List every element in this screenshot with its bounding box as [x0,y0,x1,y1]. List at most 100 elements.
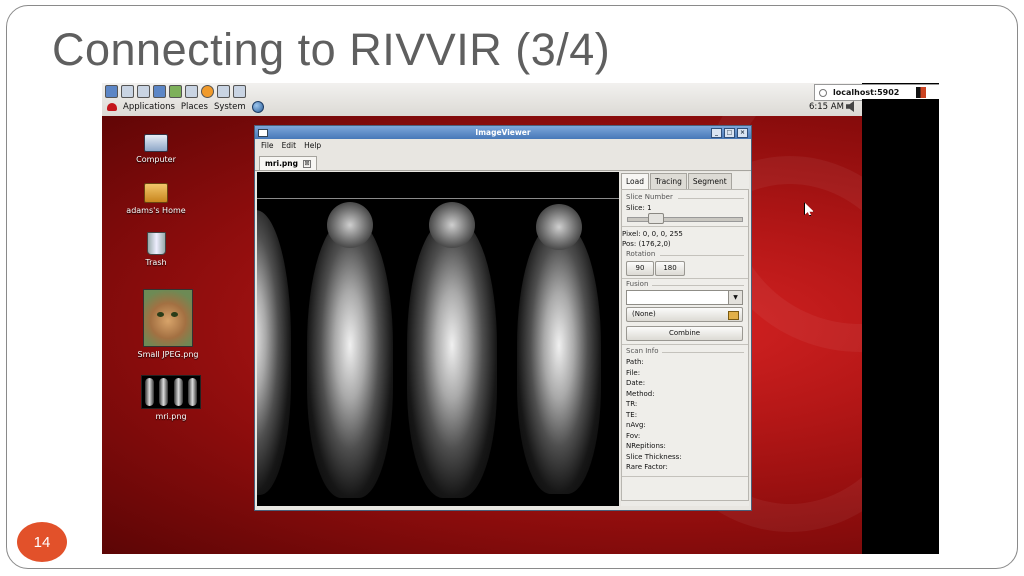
scan-field-slice-thickness: Slice Thickness: [626,452,682,461]
fusion-select[interactable]: ▼ [626,290,743,305]
group-divider [678,198,744,199]
network-launcher-icon[interactable] [217,85,230,98]
fusion-file-label: (None) [632,310,656,318]
volume-icon[interactable] [846,101,854,112]
window-title: ImageViewer [475,128,531,137]
terminal-launcher-icon[interactable] [105,85,118,98]
redhat-icon [107,103,117,111]
vnc-unused-area [862,99,939,554]
combine-button[interactable]: Combine [626,326,743,341]
radio-icon [819,88,827,97]
rotate-90-button[interactable]: 90 [626,261,654,276]
pixel-readout: Pixel: 0, 0, 0, 255 [622,230,683,238]
group-divider [662,352,744,353]
slide-title: Connecting to RIVVIR (3/4) [52,24,611,75]
scan-field-path: Path: [626,358,644,366]
desktop-icon-cat-image[interactable]: Small JPEG.png [130,289,206,359]
scan-info-group-label: Scan Info [626,347,659,355]
menu-edit[interactable]: Edit [282,140,297,152]
menu-system[interactable]: System [214,102,246,112]
image-top-border [257,198,619,199]
slice-value: Slice: 1 [626,204,652,212]
panel-clock[interactable]: 6:15 AM [809,102,844,112]
page-number-badge: 14 [17,522,67,562]
document-tab-label: mri.png [265,159,299,168]
cat-image-icon [143,289,193,347]
scan-field-file: File: [626,368,641,377]
mri-slice [407,220,497,498]
browser-globe-icon[interactable] [251,101,264,113]
scan-field-tr: TR: [626,400,638,408]
mri-slice [257,210,291,495]
desktop-icon-label: adams's Home [126,206,186,215]
tab-tracing[interactable]: Tracing [650,173,687,190]
window-controls: _ □ × [711,128,748,138]
rotate-180-button[interactable]: 180 [655,261,685,276]
desktop-icon-home[interactable]: adams's Home [120,183,192,215]
desktop-icon-mri-image[interactable]: mri.png [135,375,207,421]
window-app-icon[interactable] [258,129,268,137]
menu-help[interactable]: Help [304,140,321,152]
mri-image-icon [141,375,201,409]
panel-launchers [105,85,246,98]
fusion-file-button[interactable]: (None) [626,307,743,322]
editor-launcher-icon[interactable] [121,85,134,98]
slice-slider-thumb[interactable] [648,213,664,224]
window-titlebar[interactable]: ImageViewer _ □ × [255,126,751,139]
group-divider [622,344,748,345]
scan-field-method: Method: [626,389,655,398]
scan-field-fov: Fov: [626,431,641,440]
refresh-launcher-icon[interactable] [153,85,166,98]
document-tabbar: mri.png ⊠ [255,153,751,171]
document-tab[interactable]: mri.png ⊠ [259,156,318,170]
fullscreen-launcher-icon[interactable] [233,85,246,98]
gnome-top-panel: Applications Places System 6:15 AM [102,83,862,117]
files-launcher-icon[interactable] [185,85,198,98]
desktop-icon-label: Computer [136,155,176,164]
scan-field-nrepitions: NRepitions: [626,442,666,450]
tab-load[interactable]: Load [621,173,649,190]
tools-launcher-icon[interactable] [137,85,150,98]
mri-slice [307,220,393,498]
desktop-icon-label: Small JPEG.png [137,350,199,359]
window-menubar: File Edit Help [255,140,757,152]
rotation-group-label: Rotation [626,250,656,258]
mri-slice [517,224,601,494]
panel-menu-row: Applications Places System [107,101,264,113]
desktop-icon-computer[interactable]: Computer [120,134,192,164]
mri-image-pane[interactable] [257,172,619,506]
open-folder-icon[interactable] [728,311,739,320]
menu-applications[interactable]: Applications [123,102,175,112]
group-divider [660,255,744,256]
menu-file[interactable]: File [261,140,274,152]
mri-head [429,202,475,248]
minimize-button[interactable]: _ [711,128,722,138]
slice-group-label: Slice Number [626,193,673,201]
slice-slider-track[interactable] [627,217,743,222]
close-button[interactable]: × [737,128,748,138]
scan-field-date: Date: [626,379,646,387]
menu-places[interactable]: Places [181,102,208,112]
update-launcher-icon[interactable] [201,85,214,98]
vnc-host-label: localhost:5902 [833,88,900,97]
mri-head [536,204,582,250]
home-folder-icon [144,183,168,203]
chevron-down-icon[interactable]: ▼ [728,291,742,304]
load-tab-body: Slice Number Slice: 1 Pixel: 0, 0, 0, 25… [621,189,749,501]
tab-close-icon[interactable]: ⊠ [303,159,312,168]
remote-desktop-screenshot: Applications Places System 6:15 AM local… [102,83,939,554]
maximize-button[interactable]: □ [724,128,735,138]
control-panel: Load Tracing Segment Slice Number Slice:… [621,172,749,506]
fusion-group-label: Fusion [626,280,649,288]
scan-field-rare-factor: Rare Factor: [626,463,668,471]
vnc-status-icon [916,87,926,98]
desktop-icon-trash[interactable]: Trash [120,232,192,267]
desktop-icon-label: mri.png [155,412,187,421]
app-launcher-icon[interactable] [169,85,182,98]
desktop-icon-label: Trash [145,258,167,267]
control-tabs: Load Tracing Segment [621,173,732,190]
group-divider [622,226,748,227]
scan-field-te: TE: [626,410,638,419]
tab-segment[interactable]: Segment [687,173,732,190]
scan-field-navg: nAvg: [626,421,646,429]
